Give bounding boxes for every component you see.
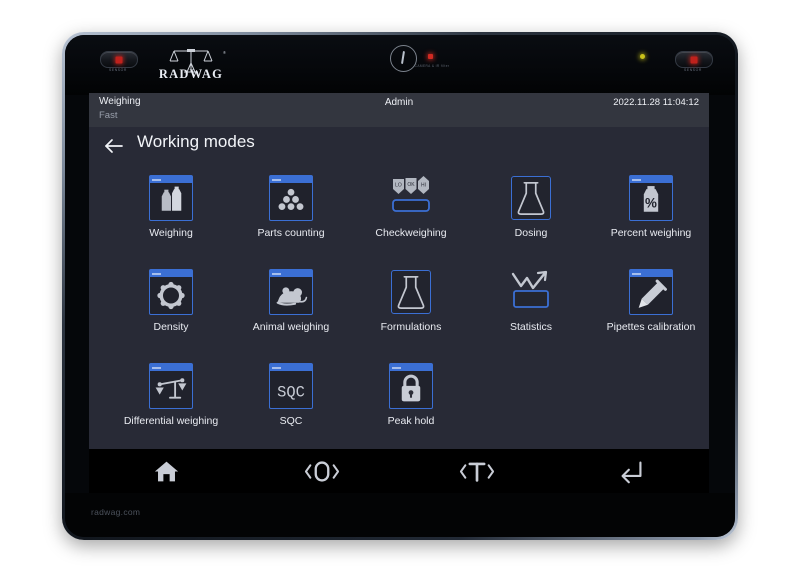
mode-label: Peak hold: [387, 415, 435, 427]
tare-icon: [459, 462, 494, 482]
website-label: radwag.com: [91, 507, 141, 517]
page-title: Working modes: [137, 132, 255, 151]
padlock-icon: [389, 363, 433, 409]
zero-icon: [304, 460, 339, 482]
mode-tile-peak-hold[interactable]: Peak hold: [351, 361, 471, 449]
mode-label: Animal weighing: [252, 321, 330, 333]
weighing-terminal-device: SENSOR RADWAG ® CAMERA & IR filter SENSO…: [62, 32, 738, 540]
weights-icon: [149, 175, 193, 221]
device-top-bezel: SENSOR RADWAG ® CAMERA & IR filter SENSO…: [65, 35, 735, 95]
status-profile[interactable]: Fast: [99, 110, 117, 121]
tare-button[interactable]: [399, 449, 554, 493]
padlock-glyph: [401, 374, 421, 402]
mode-tile-formulations[interactable]: Formulations: [351, 267, 471, 361]
pipette-icon: [629, 269, 673, 315]
camera-label: CAMERA & IR filter: [414, 64, 450, 68]
mode-tile-parts-counting[interactable]: Parts counting: [231, 173, 351, 267]
proximity-sensor-left-button[interactable]: [100, 51, 138, 68]
mode-label: Pipettes calibration: [606, 321, 696, 333]
mode-label: Parts counting: [257, 227, 325, 239]
flask-icon: [389, 269, 433, 315]
enter-icon: [621, 461, 642, 483]
mode-label: Statistics: [509, 321, 552, 333]
home-button[interactable]: [89, 449, 244, 493]
weight-percent-glyph: %: [643, 186, 659, 212]
power-status-led: [640, 54, 645, 59]
svg-text:SQC: SQC: [277, 384, 305, 402]
enter-button[interactable]: [554, 449, 709, 493]
sensor-right-led: [690, 56, 698, 63]
working-modes-grid: Weighing Parts counting LO OK HI Checkwe…: [89, 167, 709, 449]
balance-scale-glyph: [155, 378, 187, 399]
erlenmeyer-flask-glyph: [517, 181, 545, 216]
weight-percent-icon: %: [629, 175, 673, 221]
mode-label: Differential weighing: [123, 415, 219, 427]
statistics-chart-glyph: [511, 270, 549, 308]
parts-dots-icon: [269, 175, 313, 221]
mode-label: Checkweighing: [375, 227, 447, 239]
registered-mark: ®: [223, 50, 226, 55]
flask-icon: [509, 175, 553, 221]
mode-tile-dosing[interactable]: Dosing: [471, 173, 591, 267]
sensor-right-label: SENSOR: [684, 68, 702, 72]
sensor-left-label: SENSOR: [109, 68, 127, 72]
touchscreen-display: Weighing Fast Admin 2022.11.28 11:04:12 …: [89, 93, 709, 449]
mode-tile-statistics[interactable]: Statistics: [471, 267, 591, 361]
molecule-ring-glyph: [157, 281, 185, 310]
mode-label: Percent weighing: [610, 227, 692, 239]
checkweighing-glyph: LO OK HI: [392, 176, 430, 212]
mode-label: Weighing: [149, 227, 193, 239]
mode-tile-differential-weighing[interactable]: Differential weighing: [111, 361, 231, 449]
mode-label: Dosing: [514, 227, 548, 239]
mode-tile-pipettes-calibration[interactable]: Pipettes calibration: [591, 267, 709, 361]
radwag-wordmark: RADWAG: [158, 67, 224, 81]
mode-tile-checkweighing[interactable]: LO OK HI Checkweighing: [351, 173, 471, 267]
zigzag-chart-icon: [509, 269, 553, 315]
mode-tile-weighing[interactable]: Weighing: [111, 173, 231, 267]
mode-tile-density[interactable]: Density: [111, 267, 231, 361]
mode-tile-animal-weighing[interactable]: Animal weighing: [231, 267, 351, 361]
mode-label: Formulations: [380, 321, 442, 333]
device-bottom-bezel: radwag.com: [65, 493, 735, 537]
status-bar: Weighing Fast Admin 2022.11.28 11:04:12: [89, 93, 709, 127]
mode-tile-percent-weighing[interactable]: % Percent weighing: [591, 173, 709, 267]
zero-button[interactable]: [244, 449, 399, 493]
svg-text:%: %: [645, 196, 657, 211]
gear-ring-icon: [149, 269, 193, 315]
pipette-glyph: [638, 279, 667, 308]
mouse-icon: [269, 269, 313, 315]
home-icon: [154, 461, 179, 481]
mode-tile-sqc[interactable]: SQC SQC: [231, 361, 351, 449]
sqc-text-icon: SQC: [269, 363, 313, 409]
stacked-parts-glyph: [278, 188, 304, 211]
svg-text:LO: LO: [395, 183, 402, 189]
erlenmeyer-flask-glyph: [397, 275, 425, 310]
balance-scale-icon: [149, 363, 193, 409]
mode-label: SQC: [279, 415, 303, 427]
status-datetime[interactable]: 2022.11.28 11:04:12: [613, 97, 699, 108]
svg-text:OK: OK: [407, 182, 415, 188]
page-header: Working modes: [89, 127, 709, 167]
radwag-logo: RADWAG ®: [155, 48, 227, 84]
sensor-left-led: [115, 56, 123, 63]
device-screen-assembly: SENSOR RADWAG ® CAMERA & IR filter SENSO…: [65, 35, 735, 537]
camera-status-led: [428, 54, 433, 59]
proximity-sensor-right-button[interactable]: [675, 51, 713, 68]
back-arrow-icon[interactable]: [103, 135, 125, 157]
lo-ok-hi-bar-icon: LO OK HI: [389, 175, 433, 221]
svg-text:HI: HI: [421, 183, 426, 189]
sqc-text-glyph: SQC: [277, 384, 305, 402]
mouse-glyph: [276, 287, 308, 306]
mode-label: Density: [153, 321, 189, 333]
calibration-weights-glyph: [161, 186, 182, 211]
bottom-toolbar: [89, 449, 709, 493]
